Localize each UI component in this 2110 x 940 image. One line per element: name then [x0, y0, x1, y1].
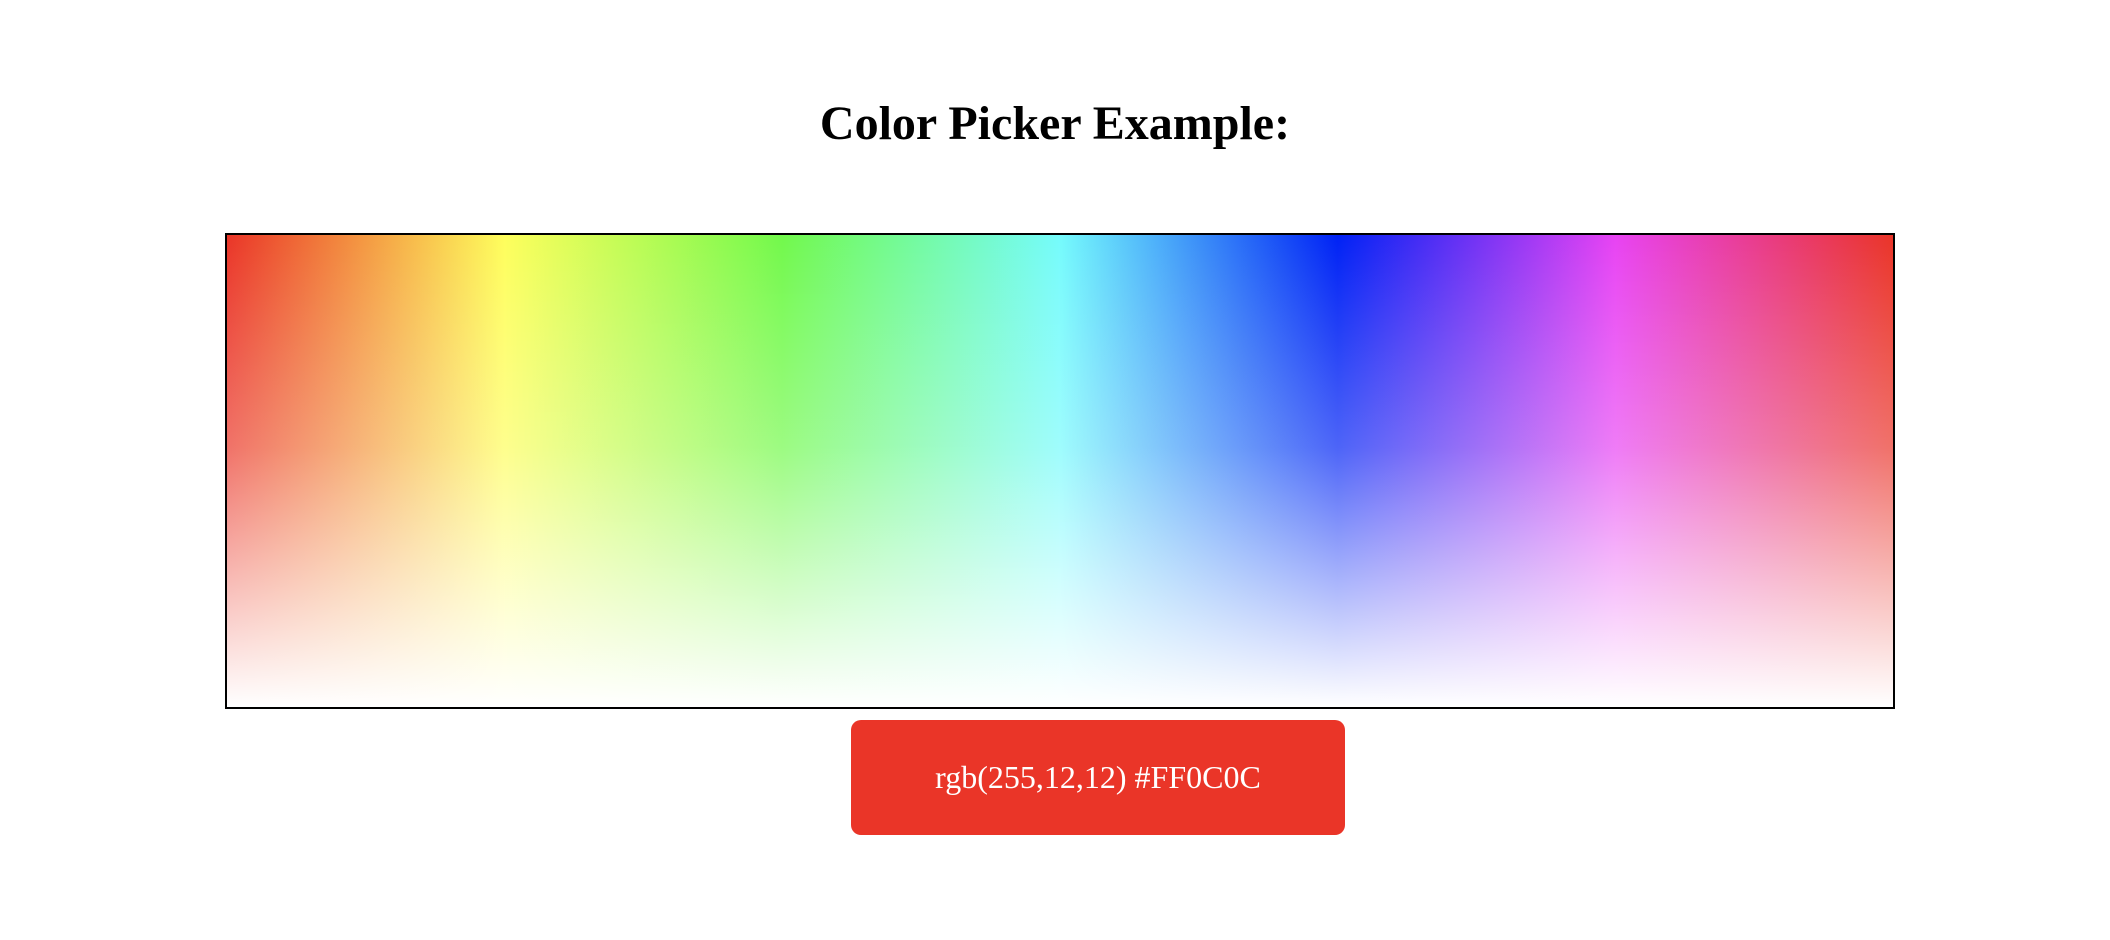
selected-color-swatch[interactable]: rgb(255,12,12) #FF0C0C: [851, 720, 1345, 835]
lightness-layer: [227, 235, 1893, 707]
page-title: Color Picker Example:: [819, 97, 1291, 150]
palette-gradient[interactable]: [227, 235, 1893, 707]
selected-color-value: rgb(255,12,12) #FF0C0C: [935, 759, 1261, 795]
color-palette-canvas[interactable]: [225, 233, 1895, 709]
